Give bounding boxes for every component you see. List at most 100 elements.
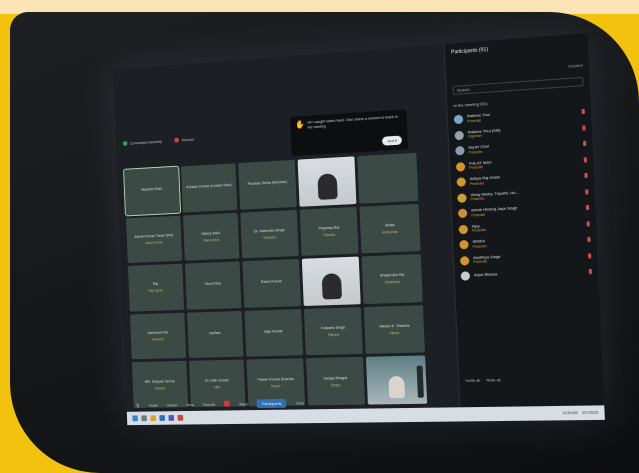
participant-tile[interactable]: Ashutosh Pal Ashutosh	[129, 312, 186, 360]
search-icon[interactable]	[141, 415, 147, 422]
avatar	[455, 146, 465, 156]
tile-name: Raj	[152, 282, 159, 287]
avatar	[456, 177, 467, 188]
tile-subtitle: Priyanka	[323, 232, 336, 238]
mic-muted-icon	[583, 157, 588, 163]
hand-icon: ✋	[294, 119, 305, 130]
participant-info: Vinay Mistry, Tripathi, Ho... Presenter	[470, 190, 519, 202]
participant-tile[interactable]: Kalpana Singh Kalpana	[303, 306, 364, 356]
tile-name: Rahul Kumar	[260, 279, 282, 285]
invite-all-button[interactable]: Invite all	[465, 378, 480, 383]
participant-tile[interactable]	[301, 256, 362, 306]
toolbar-item-view[interactable]: View	[186, 402, 194, 407]
participant-info: Ajay Presenter	[472, 224, 486, 234]
folder-icon[interactable]	[150, 415, 156, 422]
participant-tile[interactable]: Mayank Shah	[123, 165, 181, 217]
participant-role: Presenter	[473, 259, 488, 265]
avatar	[453, 114, 464, 125]
avatar	[459, 255, 470, 266]
video-feed	[316, 172, 338, 200]
participant-tile[interactable]: Prashan Sinha (Director)	[238, 159, 297, 210]
panel-expand-button[interactable]: Expand	[568, 62, 582, 68]
participant-tile[interactable]: Amita Amita Ram	[359, 203, 421, 254]
mic-muted-icon	[585, 189, 589, 195]
participant-role: Presenter	[467, 118, 482, 124]
participant-tile[interactable]: Vinod Roy	[184, 261, 242, 310]
tile-subtitle: Deepak	[154, 386, 165, 391]
participant-info: Aadithya Singh Presenter	[473, 255, 501, 265]
notice-ok-button[interactable]: Got it	[382, 135, 403, 146]
record-status[interactable]: Record	[174, 137, 194, 143]
participant-info: Arjun Biswas	[474, 273, 498, 279]
clock-date[interactable]: 3/17/2023	[582, 411, 599, 415]
teams-icon[interactable]	[168, 415, 175, 421]
participant-tile[interactable]: Priyanka Rai Priyanka	[299, 206, 359, 257]
participant-tile[interactable]: sadhan	[186, 310, 244, 359]
participant-tile[interactable]: Rahul Kumar	[242, 259, 301, 308]
toolbar-item-raise[interactable]: Raise	[149, 402, 158, 407]
mic-muted-icon	[588, 269, 593, 275]
raised-hand-notice: ✋ Hi! I caught raised hand. Give others …	[290, 109, 409, 157]
tile-name: Vinod Roy	[204, 281, 222, 287]
start-icon[interactable]	[132, 415, 138, 422]
participant-tile[interactable]: Ajay Kumar	[244, 308, 303, 357]
video-grid: Mayank Shah Kundan Kumar (Leader Mac) Pras…	[123, 152, 428, 408]
tile-name: Dr. Nitin Kumar	[204, 378, 229, 383]
tile-name: Manoj Saini	[201, 231, 221, 236]
tile-name: sadhan	[209, 331, 221, 336]
participant-tile[interactable]: Kundan Kumar (Leader Mac)	[180, 163, 238, 213]
tile-name: Pawan Kumar Sharma	[257, 376, 294, 382]
notice-text: Hi! I caught raised hand. Give others a …	[307, 114, 398, 130]
projected-screen: Connected securely Record ✋ Hi! I caught…	[112, 33, 605, 426]
tile-subtitle: Ashutosh	[151, 337, 164, 342]
participant-tile[interactable]: Dr. Narendra Singh Narendra	[240, 209, 299, 259]
tile-subtitle: Amita Ram	[382, 229, 399, 235]
participant-role: Presenter	[471, 228, 487, 233]
participant-tile[interactable]	[297, 156, 357, 207]
tile-name: Ashutosh Pal	[147, 330, 168, 336]
participant-role: Presenter	[469, 165, 484, 171]
participant-info: Super Chat Presenter	[468, 145, 489, 156]
tile-name: Ajay Kumar	[264, 329, 283, 334]
participant-tile[interactable]	[357, 152, 419, 204]
tile-subtitle: Sanjay	[330, 382, 341, 387]
chat-button[interactable]: Chat	[296, 400, 304, 405]
participant-tile[interactable]: Vikram K. Sharma Vikram	[364, 305, 425, 355]
mic-muted-icon	[581, 109, 585, 115]
participant-tile[interactable]: Ashok Kumar Tiwari (HR) Ashok Kumar	[125, 215, 182, 264]
edge-icon[interactable]	[159, 415, 166, 421]
mute-all-button[interactable]: Mute all	[486, 377, 501, 382]
tile-subtitle: Manoj Saini	[203, 237, 219, 243]
mic-button[interactable]: 🎙	[135, 403, 140, 408]
participant-info: Pris AT MAX Presenter	[469, 160, 492, 171]
avatar	[460, 271, 471, 281]
tile-subtitle: Ashok Kumar	[145, 240, 163, 245]
participant-list: Rakhee Thul Presenter Rakhee Thul (SM) Orga…	[453, 104, 593, 285]
participant-info: ashok Hindraj Jaya Singh Presenter	[471, 206, 518, 218]
avatar	[455, 161, 466, 172]
mic-muted-icon	[582, 141, 587, 147]
participants-button[interactable]: Participants	[256, 398, 287, 408]
toolbar-item-react[interactable]: React	[167, 402, 177, 407]
participants-panel: Participants (91) Expand Search In the m…	[443, 33, 605, 420]
clock-time[interactable]: 11:32 AM	[562, 411, 577, 415]
office-icon[interactable]	[177, 414, 184, 421]
toolbar-item-record[interactable]: Record	[203, 401, 215, 406]
mic-muted-icon	[587, 253, 592, 259]
participant-tile[interactable]: Shailendra Rai Shailendra	[361, 254, 423, 304]
mic-muted-icon	[584, 173, 588, 179]
participant-tile[interactable]: Raj Raj Kapoor	[127, 263, 184, 312]
tile-subtitle: Raj Kapoor	[148, 288, 164, 294]
toolbar-item-apps[interactable]: Apps	[239, 401, 248, 406]
participant-info: Rakhee Thul Presenter	[467, 113, 490, 124]
participant-tile[interactable]: Manoj Saini Manoj Saini	[182, 212, 240, 261]
participant-search-input[interactable]: Search	[452, 76, 584, 96]
participant-info: AIMKA Presenter	[472, 239, 486, 249]
tile-subtitle: Nitin	[214, 385, 221, 390]
leave-icon[interactable]	[224, 400, 230, 407]
participant-role: Presenter	[472, 243, 487, 249]
participant-role: Presenter	[469, 181, 485, 186]
tile-subtitle: Shailendra	[384, 280, 400, 285]
participant-info: Rakhee Thul (SM) Organiser	[468, 128, 501, 139]
tile-subtitle: Pawan	[271, 383, 281, 389]
